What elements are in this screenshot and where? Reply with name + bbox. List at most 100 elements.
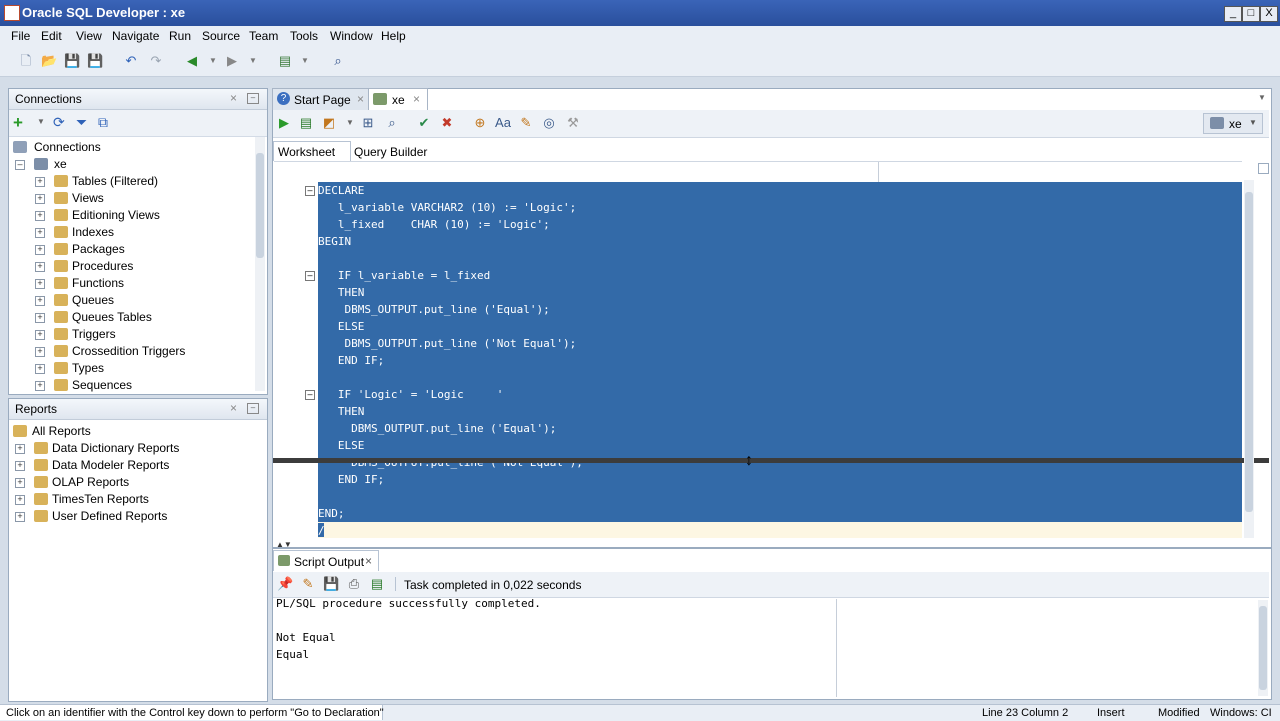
autotrace-icon[interactable]: ⌕	[384, 115, 400, 131]
menu-tools[interactable]: Tools	[290, 28, 318, 44]
undo-icon[interactable]: ↶	[123, 53, 139, 69]
close-tab-icon[interactable]: ×	[357, 92, 364, 106]
expand-icon[interactable]: +	[35, 194, 45, 204]
status-hint: Click on an identifier with the Control …	[6, 707, 384, 719]
connections-panel-title: Connections	[15, 92, 82, 106]
filter-icon[interactable]: ⏷	[76, 114, 87, 131]
menu-edit[interactable]: Edit	[41, 28, 62, 44]
fold-toggle-icon[interactable]: –	[305, 271, 315, 281]
expand-icon[interactable]: +	[15, 478, 25, 488]
sql-worksheet-dropdown-icon[interactable]: ▼	[297, 53, 313, 69]
expand-icon[interactable]: +	[35, 228, 45, 238]
expand-icon[interactable]: +	[15, 444, 25, 454]
back-dropdown-icon[interactable]: ▼	[205, 53, 221, 69]
commit-icon[interactable]: ◩	[321, 115, 337, 131]
menu-window[interactable]: Window	[330, 28, 373, 44]
unshared-worksheet-icon[interactable]: ⊕	[472, 115, 488, 131]
close-panel-icon[interactable]: ×	[230, 401, 237, 415]
database-icon	[1210, 117, 1224, 129]
close-tab-icon[interactable]: ×	[365, 554, 372, 568]
tab-query-builder[interactable]: Query Builder	[350, 142, 440, 160]
menu-help[interactable]: Help	[381, 28, 406, 44]
sql-worksheet-icon[interactable]: ▤	[277, 53, 293, 69]
fold-toggle-icon[interactable]: –	[305, 186, 315, 196]
output-scrollbar[interactable]	[1258, 600, 1268, 696]
refresh-icon[interactable]: ⟳	[53, 114, 65, 131]
tuning-advisor-icon[interactable]: ⚒	[565, 115, 581, 131]
menu-file[interactable]: File	[11, 28, 30, 44]
expand-icon[interactable]: +	[35, 211, 45, 221]
save-output-icon[interactable]: 💾	[323, 576, 339, 592]
format-icon[interactable]: Aa	[495, 115, 511, 131]
expand-icon[interactable]: +	[35, 296, 45, 306]
connection-selector[interactable]: xe ▼	[1203, 113, 1263, 134]
connections-scrollbar[interactable]	[255, 137, 265, 391]
splitter-drag-bar[interactable]	[273, 458, 1269, 463]
expand-icon[interactable]: +	[35, 381, 45, 391]
tab-list-dropdown-icon[interactable]: ▼	[1256, 93, 1268, 103]
menu-view[interactable]: View	[76, 28, 102, 44]
code-line-3: l_fixed CHAR (10) := 'Logic';	[318, 218, 550, 231]
new-icon[interactable]: 🗋	[18, 53, 34, 69]
save-icon[interactable]: 💾	[64, 53, 80, 69]
print-icon[interactable]: ⎙	[346, 576, 362, 592]
tab-xe[interactable]: xe ×	[368, 88, 428, 111]
commit-transaction-icon[interactable]: ✔	[416, 115, 432, 131]
expand-icon[interactable]: +	[35, 245, 45, 255]
tab-worksheet[interactable]: Worksheet	[273, 141, 351, 161]
menu-navigate[interactable]: Navigate	[112, 28, 159, 44]
run-script-icon[interactable]: ▤	[369, 576, 385, 592]
connections-icon	[13, 141, 27, 153]
split-editor-icon[interactable]	[1258, 163, 1269, 174]
expand-icon[interactable]: +	[15, 461, 25, 471]
expand-icon[interactable]: +	[35, 313, 45, 323]
expand-icon[interactable]: +	[35, 330, 45, 340]
commit-dropdown-icon[interactable]: ▼	[342, 115, 358, 131]
output-line-3: Not Equal	[276, 631, 336, 644]
rollback-icon[interactable]: ✖	[439, 115, 455, 131]
editor-scrollbar[interactable]	[1244, 180, 1254, 538]
clear-icon[interactable]: ✎	[518, 115, 534, 131]
expand-icon[interactable]: +	[35, 347, 45, 357]
menu-team[interactable]: Team	[249, 28, 278, 44]
expand-icon[interactable]: +	[15, 512, 25, 522]
tab-start-page[interactable]: ? Start Page ×	[272, 88, 370, 110]
sql-history-icon[interactable]: ◎	[541, 115, 557, 131]
save-all-icon[interactable]: 💾	[87, 53, 103, 69]
clear-output-icon[interactable]: ✎	[300, 576, 316, 592]
expand-icon[interactable]: +	[35, 279, 45, 289]
menu-source[interactable]: Source	[202, 28, 240, 44]
close-window-button[interactable]: X	[1260, 6, 1278, 22]
pin-icon[interactable]: 📌	[277, 576, 293, 592]
explain-plan-icon[interactable]: ⊞	[360, 115, 376, 131]
minimize-panel-icon[interactable]: –	[247, 93, 259, 104]
minimize-button[interactable]: _	[1224, 6, 1242, 22]
edit-mode[interactable]: Insert	[1097, 707, 1125, 719]
maximize-button[interactable]: □	[1242, 6, 1260, 22]
close-tab-icon[interactable]: ×	[413, 92, 420, 106]
binoculars-icon[interactable]: ⌕	[330, 53, 346, 69]
line-ending-status[interactable]: Windows: CI	[1210, 707, 1272, 719]
add-connection-dropdown-icon[interactable]: ▼	[37, 117, 45, 126]
expand-icon[interactable]: +	[35, 177, 45, 187]
folder-icon	[54, 243, 68, 255]
schema-browser-icon[interactable]: ⧉	[98, 114, 108, 131]
run-script-icon[interactable]: ▤	[298, 115, 314, 131]
expand-icon[interactable]: +	[35, 364, 45, 374]
expand-icon[interactable]: +	[35, 262, 45, 272]
close-panel-icon[interactable]: ×	[230, 91, 237, 105]
add-connection-icon[interactable]: +	[13, 113, 23, 133]
back-icon[interactable]: ◀	[184, 53, 200, 69]
forward-icon[interactable]: ▶	[224, 53, 240, 69]
redo-icon[interactable]: ↷	[148, 53, 164, 69]
minimize-panel-icon[interactable]: –	[247, 403, 259, 414]
tab-script-output[interactable]: Script Output ×	[273, 550, 379, 571]
selected-code-block[interactable]	[318, 182, 1242, 522]
open-icon[interactable]: 📂	[41, 53, 57, 69]
expand-icon[interactable]: +	[15, 495, 25, 505]
fold-toggle-icon[interactable]: –	[305, 390, 315, 400]
run-statement-icon[interactable]: ▶	[276, 115, 292, 131]
forward-dropdown-icon[interactable]: ▼	[245, 53, 261, 69]
menu-run[interactable]: Run	[169, 28, 191, 44]
collapse-icon[interactable]: –	[15, 160, 25, 170]
